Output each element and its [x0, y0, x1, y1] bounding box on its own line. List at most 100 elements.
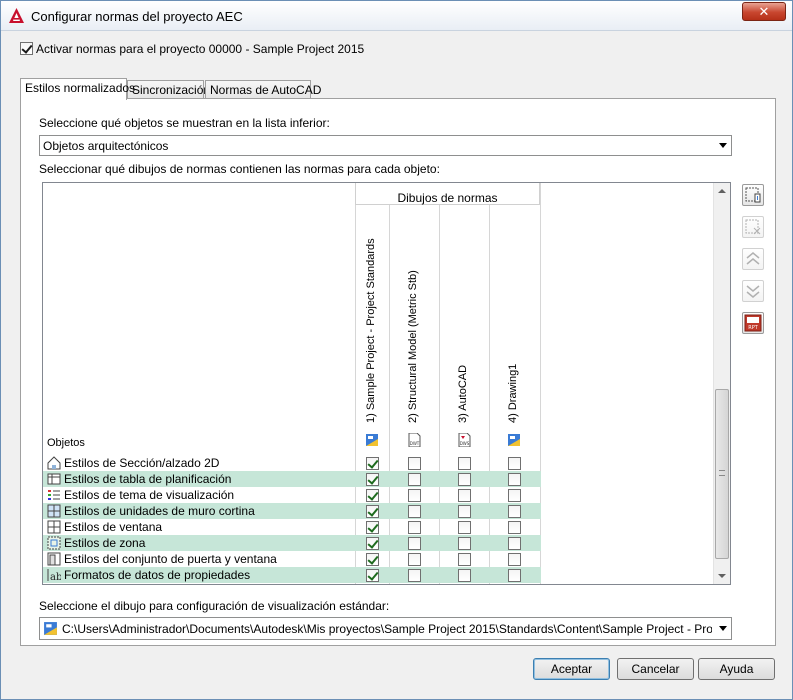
standard-checkbox[interactable] — [458, 521, 471, 534]
scroll-down-icon[interactable] — [718, 574, 726, 578]
grid-intro-label: Seleccionar qué dibujos de normas contie… — [39, 162, 440, 176]
standard-checkbox[interactable] — [508, 457, 521, 470]
remove-drawing-icon — [745, 219, 761, 235]
standard-checkbox[interactable] — [508, 521, 521, 534]
standard-checkbox[interactable] — [508, 473, 521, 486]
row-label: Estilos de Sección/alzado 2D — [64, 456, 220, 470]
window-title: Configurar normas del proyecto AEC — [31, 9, 243, 24]
objects-filter-dropdown[interactable]: Objetos arquitectónicos — [39, 135, 732, 156]
standard-checkbox[interactable] — [366, 457, 379, 470]
rpt-report-icon: RPT — [744, 314, 762, 332]
drawing-header-3[interactable]: 3) AutoCAD — [457, 365, 469, 423]
close-button[interactable]: ✕ — [742, 2, 786, 21]
dwt-file-icon: DWT — [408, 433, 421, 447]
double-chevron-up-icon — [746, 252, 760, 265]
standard-checkbox[interactable] — [408, 537, 421, 550]
autocad-logo-icon — [9, 8, 24, 23]
accept-button[interactable]: Aceptar — [533, 658, 610, 680]
standard-checkbox[interactable] — [408, 521, 421, 534]
standard-checkbox[interactable] — [458, 489, 471, 502]
standard-checkbox[interactable] — [508, 505, 521, 518]
svg-text:ab: ab — [50, 572, 61, 582]
drawing-header-2[interactable]: 2) Structural Model (Metric Stb) — [407, 270, 419, 423]
standard-checkbox[interactable] — [366, 521, 379, 534]
display-theme-icon — [48, 490, 60, 500]
standard-checkbox[interactable] — [366, 569, 379, 582]
section-elevation-icon — [47, 456, 61, 470]
display-config-value: C:\Users\Administrador\Documents\Autodes… — [62, 622, 712, 636]
dwg-blueprint-icon — [44, 622, 57, 635]
row-label: Estilos de ventana — [64, 520, 163, 534]
svg-text:DWT: DWT — [410, 441, 420, 446]
row-label: Estilos de unidades de muro cortina — [64, 504, 255, 518]
grid-vertical-scrollbar[interactable] — [713, 183, 730, 584]
display-config-label: Seleccione el dibujo para configuración … — [39, 599, 390, 613]
title-bar: Configurar normas del proyecto AEC ✕ — [1, 1, 792, 31]
objects-filter-label: Seleccione qué objetos se muestran en la… — [39, 116, 330, 130]
standard-checkbox[interactable] — [408, 553, 421, 566]
row-label: Formatos de datos de propiedades — [64, 568, 251, 582]
dws-file-icon: DWS — [458, 433, 471, 447]
display-config-dropdown[interactable]: C:\Users\Administrador\Documents\Autodes… — [39, 617, 732, 640]
move-down-button[interactable] — [742, 280, 764, 302]
standard-checkbox[interactable] — [366, 553, 379, 566]
remove-drawing-button[interactable] — [742, 216, 764, 238]
curtain-wall-unit-icon — [47, 504, 61, 518]
schedule-table-icon — [47, 473, 61, 485]
standard-checkbox[interactable] — [408, 489, 421, 502]
zone-icon — [47, 536, 61, 550]
window-icon — [47, 520, 61, 534]
report-button[interactable]: RPT — [742, 312, 764, 334]
standard-checkbox[interactable] — [458, 473, 471, 486]
standard-checkbox[interactable] — [508, 569, 521, 582]
objects-filter-value: Objetos arquitectónicos — [43, 139, 169, 153]
tab-estilos-normalizados[interactable]: Estilos normalizados — [20, 78, 135, 100]
standard-checkbox[interactable] — [458, 569, 471, 582]
dwg-blueprint-icon — [366, 434, 378, 446]
cancel-button[interactable]: Cancelar — [617, 658, 694, 680]
drawing-header-1[interactable]: 1) Sample Project - Project Standards — [365, 238, 377, 423]
standard-checkbox[interactable] — [408, 569, 421, 582]
standard-checkbox[interactable] — [366, 505, 379, 518]
standard-checkbox[interactable] — [458, 537, 471, 550]
add-drawing-button[interactable] — [742, 184, 764, 206]
row-label: Estilos de zona — [64, 536, 146, 550]
row-label: Estilos de tabla de planificación — [64, 472, 232, 486]
standard-checkbox[interactable] — [458, 457, 471, 470]
tab-normas-autocad[interactable]: Normas de AutoCAD — [205, 80, 321, 100]
door-window-assembly-icon — [47, 552, 61, 566]
row-label: Estilos del conjunto de puerta y ventana — [64, 552, 277, 566]
chevron-down-icon — [719, 143, 727, 148]
standard-checkbox[interactable] — [508, 553, 521, 566]
standard-checkbox[interactable] — [366, 537, 379, 550]
row-label: Estilos de tema de visualización — [64, 488, 235, 502]
svg-text:RPT: RPT — [748, 325, 758, 331]
double-chevron-down-icon — [746, 285, 760, 298]
activate-standards-checkbox[interactable] — [20, 42, 33, 55]
activate-standards-label: Activar normas para el proyecto 00000 - … — [36, 42, 365, 56]
chevron-down-icon — [719, 626, 727, 631]
scroll-up-icon[interactable] — [718, 189, 726, 193]
dwg-blueprint-icon — [508, 434, 520, 446]
standard-checkbox[interactable] — [408, 457, 421, 470]
svg-text:DWS: DWS — [460, 441, 470, 446]
standards-grid: Dibujos de normas Objetos 1) Sample Proj… — [42, 182, 731, 585]
tab-sincronizacion[interactable]: Sincronización — [127, 80, 210, 100]
property-data-format-icon: ab — [47, 569, 61, 582]
standard-checkbox[interactable] — [458, 553, 471, 566]
add-drawing-icon — [745, 187, 761, 203]
dialog-window: Configurar normas del proyecto AEC ✕ Act… — [0, 0, 793, 700]
standard-checkbox[interactable] — [458, 505, 471, 518]
scroll-thumb[interactable] — [715, 389, 729, 559]
objects-column-header: Objetos — [47, 437, 85, 449]
drawings-group-header: Dibujos de normas — [355, 183, 540, 205]
standard-checkbox[interactable] — [408, 505, 421, 518]
standard-checkbox[interactable] — [508, 489, 521, 502]
move-up-button[interactable] — [742, 248, 764, 270]
drawing-header-4[interactable]: 4) Drawing1 — [507, 364, 519, 423]
help-button[interactable]: Ayuda — [698, 658, 775, 680]
standard-checkbox[interactable] — [366, 473, 379, 486]
standard-checkbox[interactable] — [408, 473, 421, 486]
standard-checkbox[interactable] — [508, 537, 521, 550]
standard-checkbox[interactable] — [366, 489, 379, 502]
